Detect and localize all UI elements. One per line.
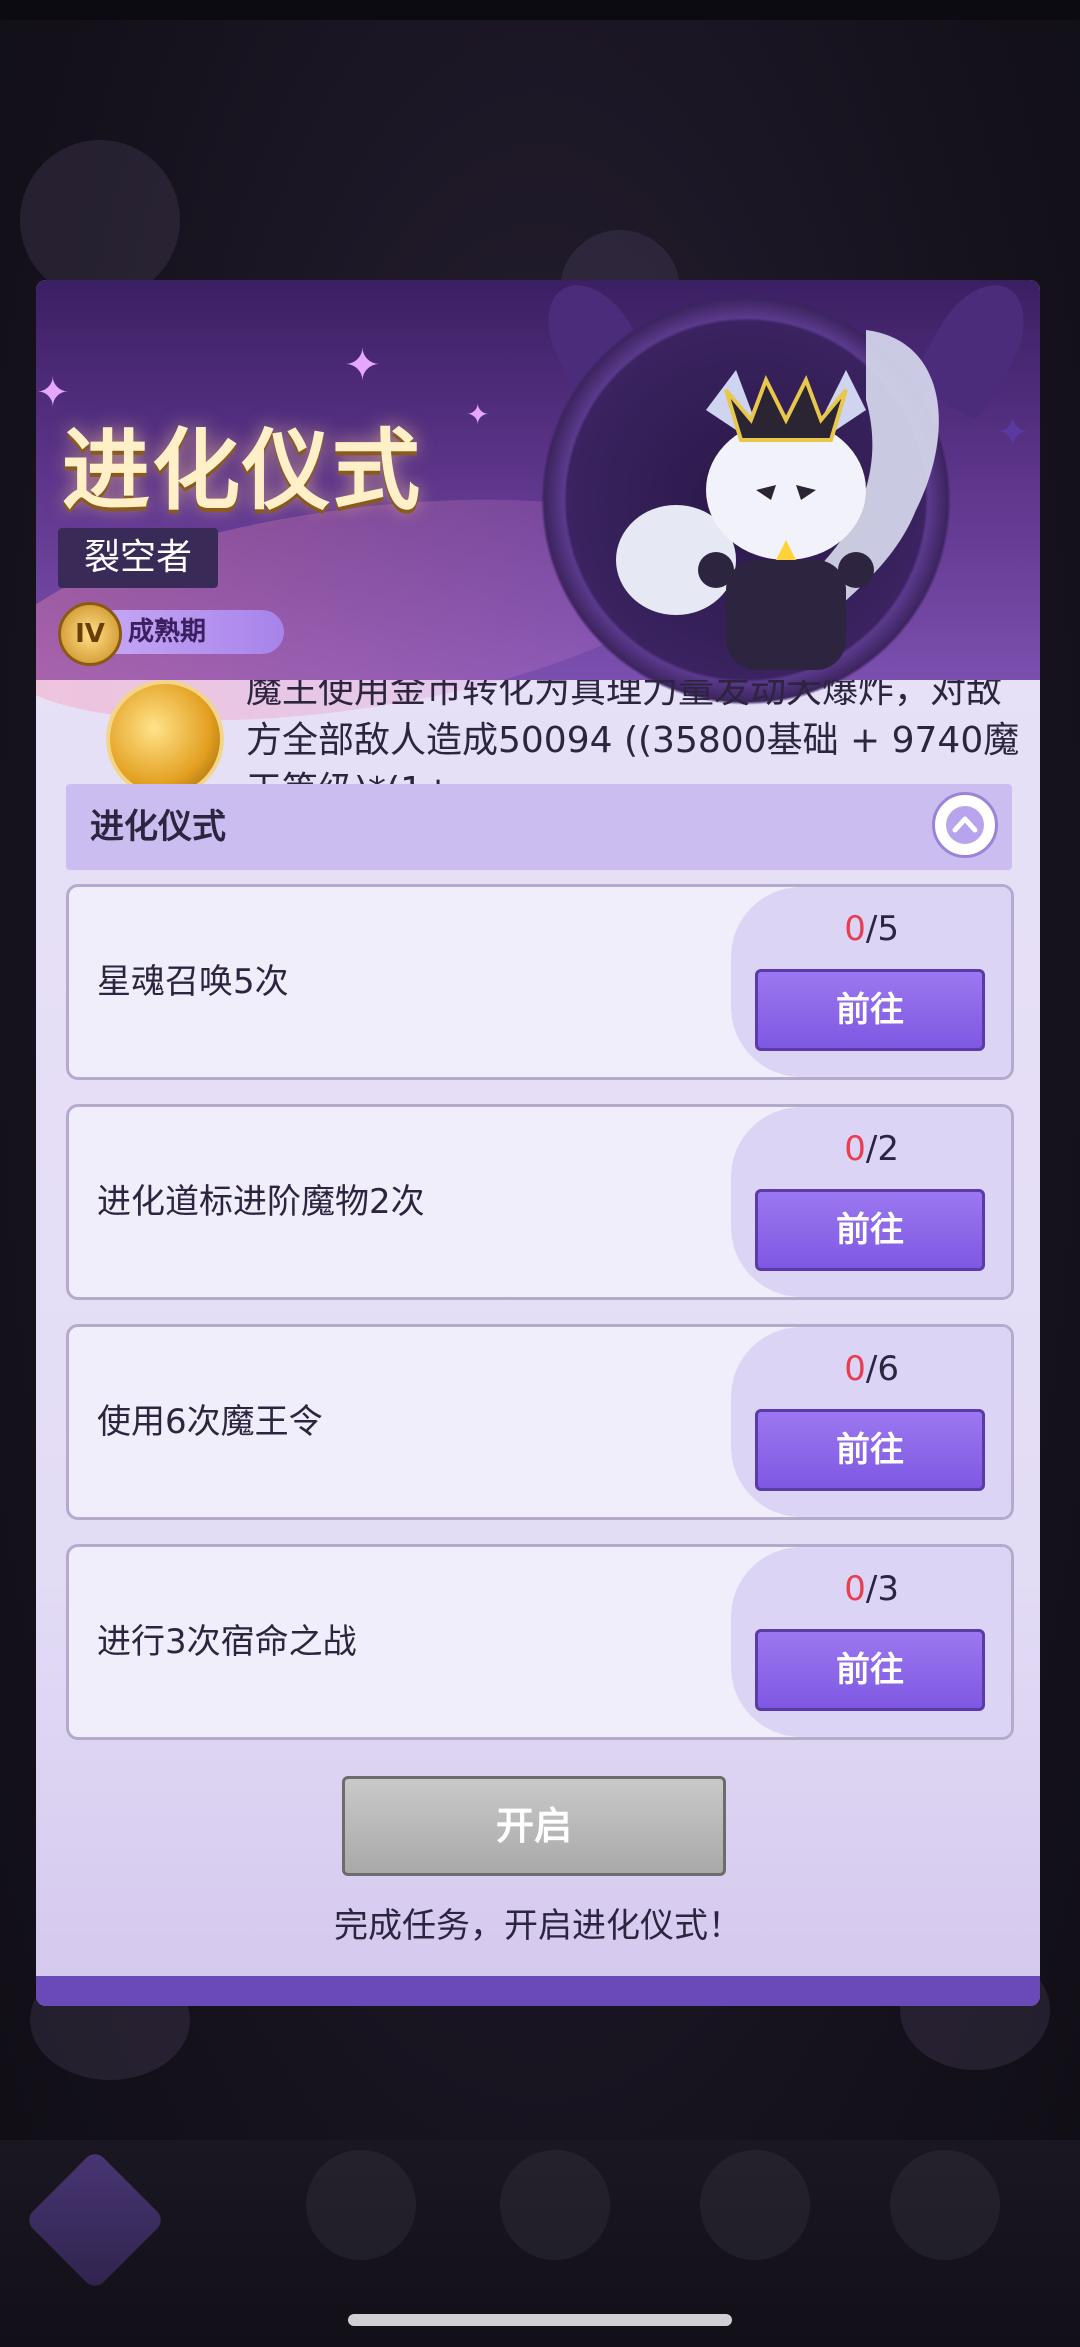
stage-label: 成熟期 [94, 610, 284, 654]
task-card: 使用6次魔王令 0/6 前往 [66, 1324, 1014, 1520]
header-banner: 进化仪式 ✦ ✦ ✦ ✦ 裂空者 IV 成熟期 [36, 280, 1040, 758]
status-bar [0, 0, 1080, 20]
go-button[interactable]: 前往 [755, 1189, 985, 1271]
sparkle-icon: ✦ [344, 340, 381, 391]
skill-description: 魔王使用金币转化为真理力量发动大爆炸，对敌方全部敌人造成50094 ((3580… [246, 680, 1020, 790]
task-card: 星魂召唤5次 0/5 前往 [66, 884, 1014, 1080]
sparkle-icon: ✦ [996, 410, 1030, 456]
progress-current: 0 [844, 909, 866, 949]
evolution-ritual-panel: 进化仪式 ✦ ✦ ✦ ✦ 裂空者 IV 成熟期 魔王使用金币转化为真理力量发动大… [36, 280, 1040, 2006]
task-description: 进行3次宿命之战 [97, 1622, 357, 1662]
progress-total: /6 [865, 1349, 899, 1389]
progress-current: 0 [844, 1569, 866, 1609]
progress-total: /5 [865, 909, 899, 949]
task-card: 进化道标进阶魔物2次 0/2 前往 [66, 1104, 1014, 1300]
task-progress: 0/6 [844, 1349, 899, 1389]
section-header[interactable]: 进化仪式 [66, 784, 1012, 870]
stage-level-icon: IV [58, 602, 122, 666]
section-title: 进化仪式 [90, 807, 226, 847]
panel-bottom-bar [36, 1976, 1040, 2006]
nav-item-icon[interactable] [890, 2150, 1000, 2260]
page-title: 进化仪式 [62, 419, 423, 522]
hint-text: 完成任务，开启进化仪式！ [334, 1906, 742, 1946]
sparkle-icon: ✦ [466, 398, 490, 431]
nav-item-icon[interactable] [500, 2150, 610, 2260]
go-button[interactable]: 前往 [755, 1629, 985, 1711]
sparkle-icon: ✦ [36, 370, 70, 416]
chevron-up-icon [946, 806, 984, 844]
progress-total: /3 [865, 1569, 899, 1609]
gold-coin-skill-icon [106, 680, 224, 790]
progress-current: 0 [844, 1129, 866, 1169]
task-description: 星魂召唤5次 [97, 962, 289, 1002]
task-card: 进行3次宿命之战 0/3 前往 [66, 1544, 1014, 1740]
character-portrait [616, 330, 939, 670]
task-progress: 0/3 [844, 1569, 899, 1609]
character-name: 裂空者 [58, 528, 219, 588]
task-progress: 0/5 [844, 909, 899, 949]
nav-item-icon[interactable] [700, 2150, 810, 2260]
collapse-button[interactable] [932, 792, 998, 858]
task-description: 进化道标进阶魔物2次 [97, 1182, 425, 1222]
progress-total: /2 [865, 1129, 899, 1169]
background-decoration [20, 140, 180, 300]
progress-current: 0 [844, 1349, 866, 1389]
skill-description-row: 魔王使用金币转化为真理力量发动大爆炸，对敌方全部敌人造成50094 ((3580… [36, 680, 1040, 790]
task-description: 使用6次魔王令 [97, 1402, 323, 1442]
nav-item-icon[interactable] [306, 2150, 416, 2260]
home-indicator[interactable] [348, 2314, 732, 2326]
task-progress: 0/2 [844, 1129, 899, 1169]
open-ritual-button[interactable]: 开启 [342, 1776, 726, 1876]
go-button[interactable]: 前往 [755, 1409, 985, 1491]
go-button[interactable]: 前往 [755, 969, 985, 1051]
